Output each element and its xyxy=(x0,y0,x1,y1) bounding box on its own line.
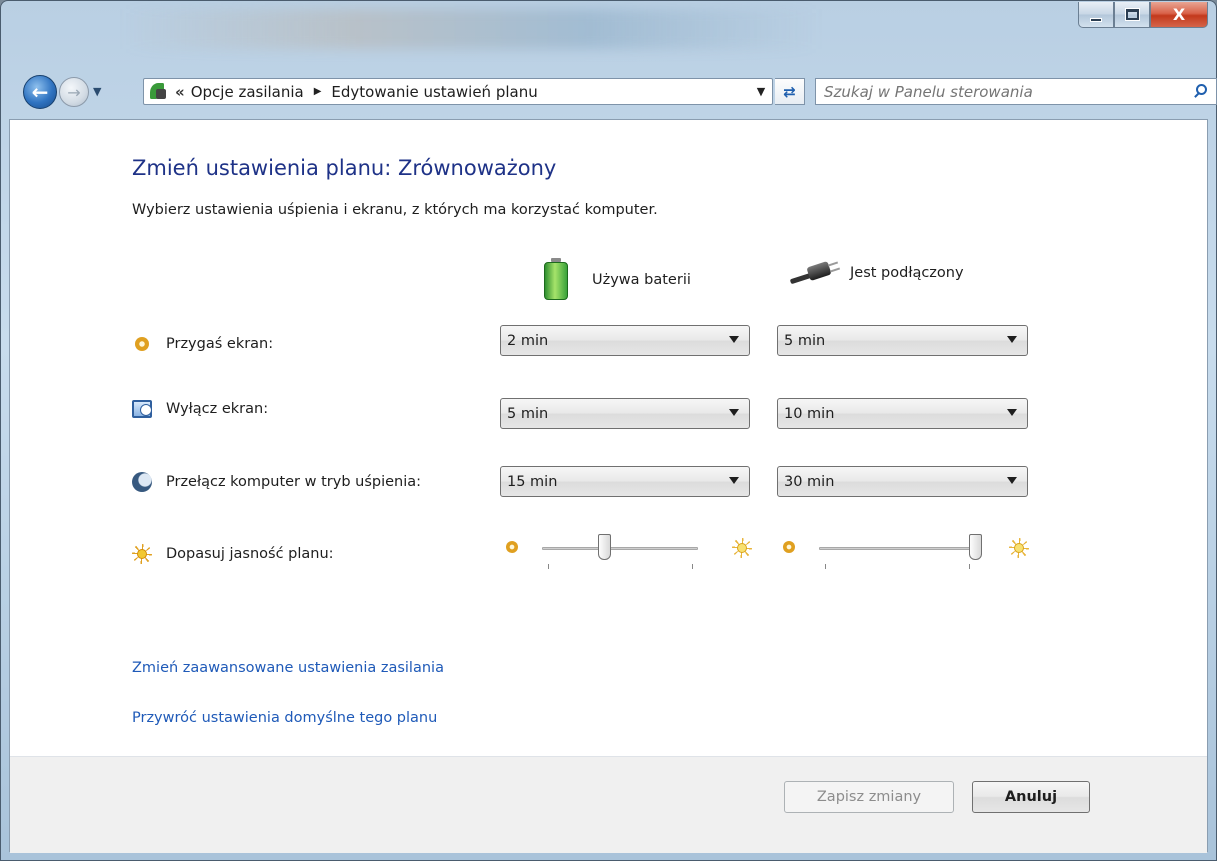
refresh-button[interactable]: ⇄ xyxy=(775,78,805,105)
breadcrumb-power-options[interactable]: Opcje zasilania xyxy=(191,83,304,101)
search-input[interactable] xyxy=(816,79,1188,104)
slider-tick xyxy=(825,564,826,569)
power-options-icon xyxy=(147,81,169,103)
page-title: Zmień ustawienia planu: Zrównoważony xyxy=(132,156,557,180)
dim-display-battery-select[interactable]: 2 min xyxy=(500,325,750,356)
slider-thumb[interactable] xyxy=(968,534,982,560)
select-value: 10 min xyxy=(784,405,835,422)
minimize-button[interactable] xyxy=(1078,2,1114,28)
slider-track[interactable] xyxy=(542,547,698,550)
footer-bar: Zapisz zmiany Anuluj xyxy=(10,757,1207,853)
brightness-battery-slider[interactable] xyxy=(506,532,752,570)
forward-button[interactable]: → xyxy=(59,77,89,107)
brightness-plugged-slider[interactable] xyxy=(783,532,1029,570)
select-value: 2 min xyxy=(507,332,549,349)
caption-buttons: X xyxy=(1078,2,1208,28)
restore-defaults-link[interactable]: Przywróć ustawienia domyślne tego planu xyxy=(132,710,437,726)
moon-sleep-icon xyxy=(132,472,152,492)
slider-tick xyxy=(969,564,970,569)
setting-row-sleep: Przełącz komputer w tryb uśpienia: xyxy=(132,472,421,492)
save-changes-button[interactable]: Zapisz zmiany xyxy=(784,781,954,813)
column-header-battery: Używa baterii xyxy=(542,258,691,302)
close-icon: X xyxy=(1172,5,1186,24)
select-value: 5 min xyxy=(784,332,826,349)
dim-icon xyxy=(506,541,518,553)
setting-row-turn-off-display: Wyłącz ekran: xyxy=(132,400,268,418)
select-value: 15 min xyxy=(507,473,558,490)
sun-brightness-icon xyxy=(1009,538,1029,558)
power-plug-icon xyxy=(789,258,841,288)
content-pane: Zmień ustawienia planu: Zrównoważony Wyb… xyxy=(9,119,1208,853)
address-overflow-button[interactable]: « xyxy=(175,83,185,101)
navigation-bar: ← → ▼ « Opcje zasilania ▶ Edytowanie ust… xyxy=(23,67,1217,115)
setting-label: Dopasuj jasność planu: xyxy=(166,546,334,562)
chevron-down-icon xyxy=(1007,409,1017,416)
turn-off-display-plugged-select[interactable]: 10 min xyxy=(777,398,1028,429)
maximize-button[interactable] xyxy=(1114,2,1150,28)
column-header-plugged-label: Jest podłączony xyxy=(850,265,964,281)
refresh-icon: ⇄ xyxy=(783,82,796,101)
setting-label: Wyłącz ekran: xyxy=(166,401,269,417)
cancel-button[interactable]: Anuluj xyxy=(972,781,1090,813)
recent-pages-button[interactable]: ▼ xyxy=(93,85,101,98)
address-history-dropdown[interactable]: ▼ xyxy=(750,85,772,98)
setting-label: Przełącz komputer w tryb uśpienia: xyxy=(166,474,422,490)
chevron-down-icon: ▼ xyxy=(93,85,102,98)
column-header-plugged: Jest podłączony xyxy=(789,258,964,288)
breadcrumb-edit-plan[interactable]: Edytowanie ustawień planu xyxy=(331,83,537,101)
close-button[interactable]: X xyxy=(1150,2,1208,28)
chevron-down-icon xyxy=(1007,477,1017,484)
sleep-plugged-select[interactable]: 30 min xyxy=(777,466,1028,497)
maximize-icon xyxy=(1124,8,1140,21)
control-panel-window: X ← → ▼ « Opcje zasilania ▶ Edytowanie u… xyxy=(0,0,1217,861)
select-value: 5 min xyxy=(507,405,549,422)
breadcrumb-separator-icon[interactable]: ▶ xyxy=(314,86,322,97)
chevron-down-icon xyxy=(729,409,739,416)
slider-thumb[interactable] xyxy=(597,534,611,560)
dim-display-plugged-select[interactable]: 5 min xyxy=(777,325,1028,356)
chevron-down-icon xyxy=(1007,336,1017,343)
chevron-down-icon xyxy=(729,477,739,484)
back-button[interactable]: ← xyxy=(23,75,57,109)
dim-icon xyxy=(135,337,149,351)
aero-glass-backdrop xyxy=(121,9,821,49)
search-box[interactable] xyxy=(815,78,1217,105)
slider-tick xyxy=(692,564,693,569)
turn-off-display-battery-select[interactable]: 5 min xyxy=(500,398,750,429)
monitor-clock-icon xyxy=(132,400,152,418)
page-subtitle: Wybierz ustawienia uśpienia i ekranu, z … xyxy=(132,202,658,218)
sun-brightness-icon xyxy=(732,538,752,558)
arrow-left-icon: ← xyxy=(31,80,49,104)
setting-row-brightness: Dopasuj jasność planu: xyxy=(132,544,334,564)
slider-track[interactable] xyxy=(819,547,975,550)
address-bar[interactable]: « Opcje zasilania ▶ Edytowanie ustawień … xyxy=(143,78,773,105)
setting-label: Przygaś ekran: xyxy=(166,336,274,352)
battery-icon xyxy=(542,258,570,302)
dim-icon xyxy=(783,541,795,553)
search-icon[interactable] xyxy=(1188,80,1216,104)
arrow-right-icon: → xyxy=(67,82,81,102)
sleep-battery-select[interactable]: 15 min xyxy=(500,466,750,497)
slider-tick xyxy=(548,564,549,569)
chevron-down-icon xyxy=(729,336,739,343)
select-value: 30 min xyxy=(784,473,835,490)
advanced-settings-link[interactable]: Zmień zaawansowane ustawienia zasilania xyxy=(132,660,444,676)
minimize-icon xyxy=(1090,17,1102,22)
sun-brightness-icon xyxy=(132,544,152,564)
column-header-battery-label: Używa baterii xyxy=(592,272,691,288)
setting-row-dim-display: Przygaś ekran: xyxy=(132,334,273,354)
